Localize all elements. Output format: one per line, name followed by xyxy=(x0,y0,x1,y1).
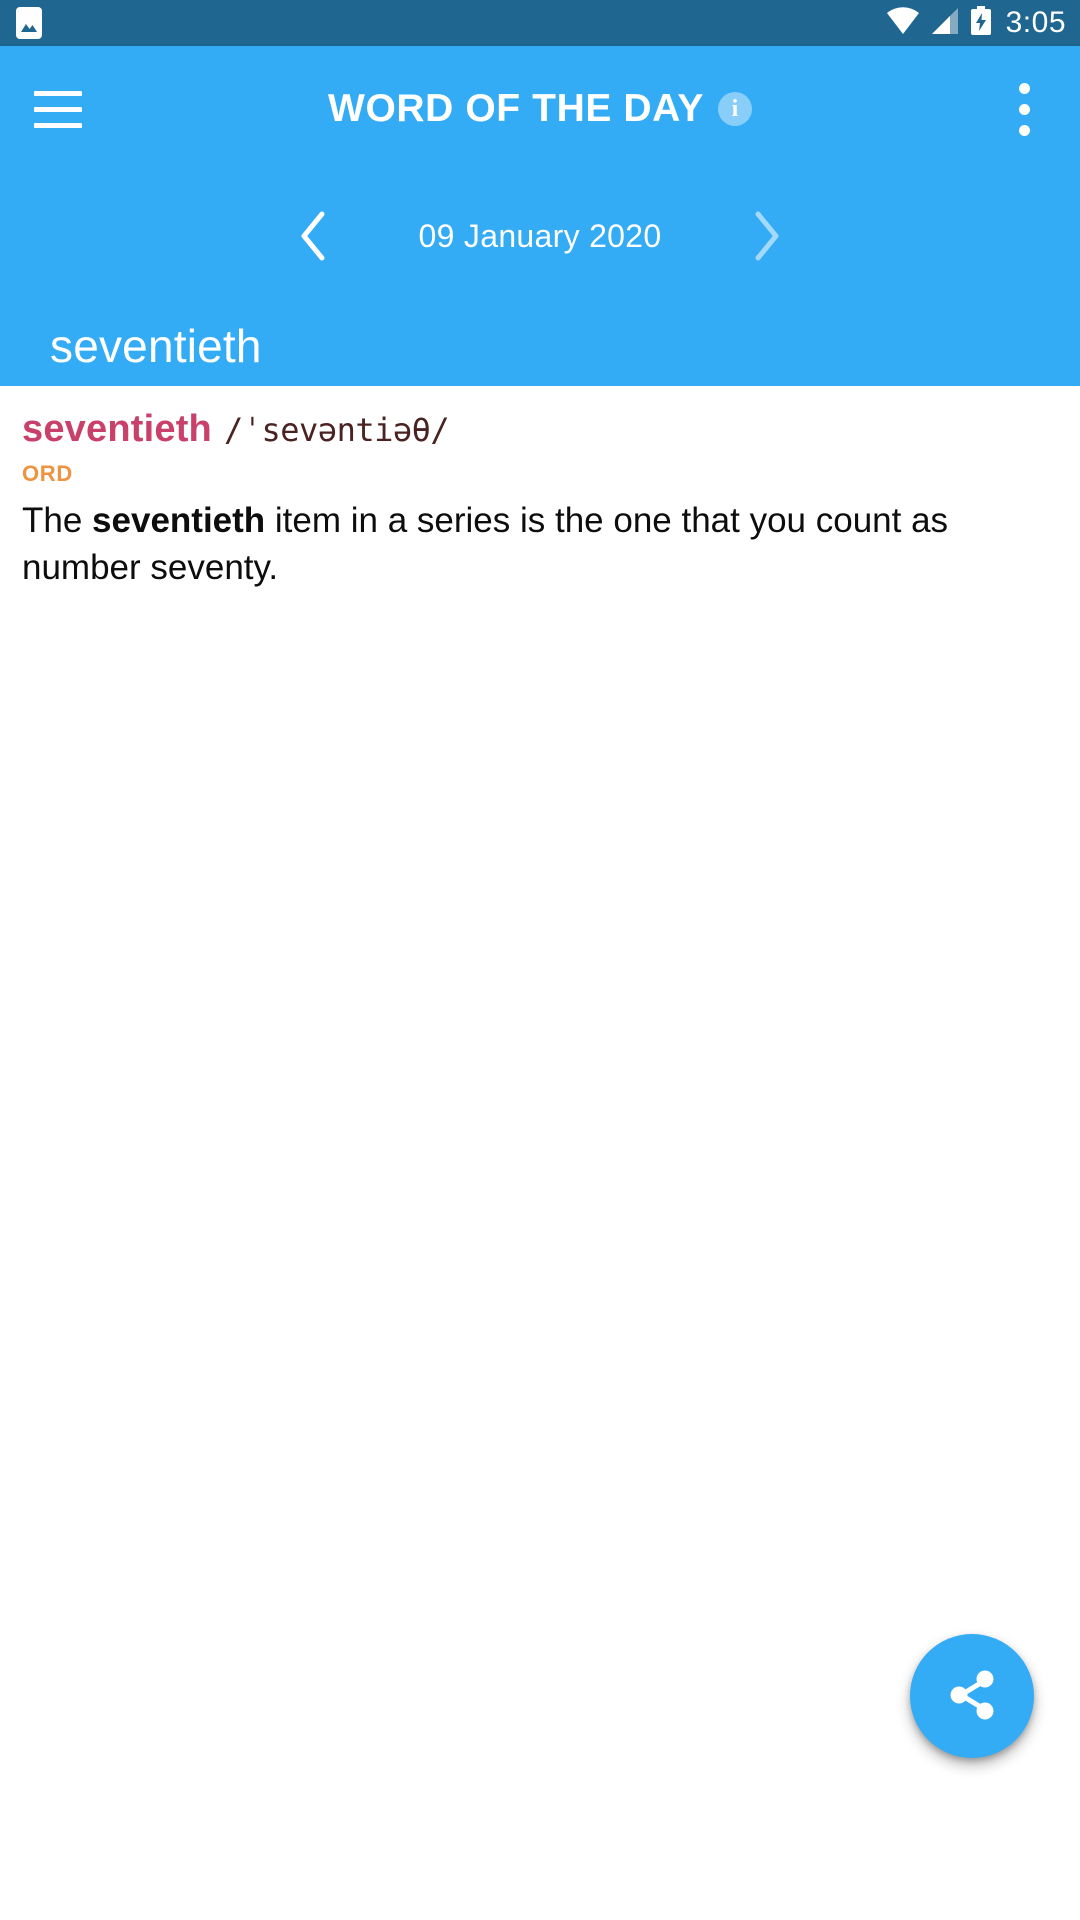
status-bar-clock: 3:05 xyxy=(1005,6,1066,39)
overflow-dot xyxy=(1018,103,1030,115)
app-screen: 3:05 WORD OF THE DAY i 09 January 2020 s… xyxy=(0,0,1080,1920)
overflow-dot xyxy=(1018,82,1030,94)
definition-headword-highlight: seventieth xyxy=(92,501,266,540)
info-icon[interactable]: i xyxy=(717,92,752,126)
part-of-speech-label: ORD xyxy=(22,461,73,486)
overflow-dot xyxy=(1018,124,1030,136)
entry-header: seventieth /ˈsevəntiəθ/ xyxy=(22,408,1058,451)
more-vert-icon[interactable] xyxy=(1002,78,1046,140)
share-icon xyxy=(944,1666,1000,1727)
battery-charging-icon xyxy=(970,5,992,41)
page-title: WORD OF THE DAY xyxy=(328,87,704,130)
status-bar-notifications xyxy=(16,7,42,39)
header-word: seventieth xyxy=(50,320,262,372)
chevron-left-icon[interactable] xyxy=(278,201,348,271)
app-bar: WORD OF THE DAY i xyxy=(0,46,1080,172)
screenshot-image-icon xyxy=(16,7,42,39)
chevron-right-icon[interactable] xyxy=(732,201,802,271)
wifi-icon xyxy=(886,6,920,40)
status-bar: 3:05 xyxy=(0,0,1080,46)
entry-definition: The seventieth item in a series is the o… xyxy=(22,497,1022,591)
current-date[interactable]: 09 January 2020 xyxy=(390,218,690,255)
entry-headword: seventieth xyxy=(22,408,212,450)
definition-text-pre: The xyxy=(22,501,93,540)
app-header: WORD OF THE DAY i 09 January 2020 sevent… xyxy=(0,46,1080,386)
share-button[interactable] xyxy=(910,1634,1034,1758)
app-bar-title-group: WORD OF THE DAY i xyxy=(0,87,1080,131)
cellular-signal-icon xyxy=(930,7,960,40)
entry-pronunciation: /ˈsevəntiəθ/ xyxy=(223,411,450,449)
status-bar-indicators: 3:05 xyxy=(886,5,1066,41)
date-navigation: 09 January 2020 xyxy=(0,196,1080,276)
